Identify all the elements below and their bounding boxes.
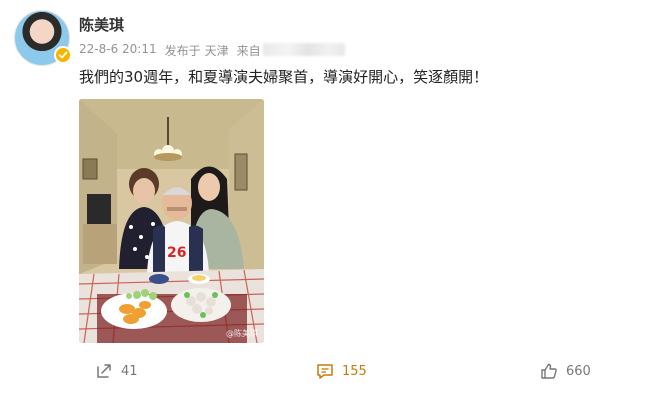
post-text: 我們的30週年，和夏導演夫婦聚首，導演好開心，笑逐顏開！: [79, 68, 489, 86]
like-icon: [541, 363, 557, 379]
repost-count: 41: [121, 363, 138, 379]
source-redacted: [262, 43, 345, 56]
post-photo[interactable]: 26 @陈美琪: [79, 99, 264, 343]
source-prefix: 来自: [236, 44, 261, 58]
like-count: 660: [566, 363, 591, 379]
repost-button[interactable]: 41: [95, 362, 138, 380]
action-bar: 41 155 660: [0, 362, 660, 390]
svg-text:26: 26: [167, 245, 186, 261]
photo-illustration: 26: [79, 99, 264, 343]
comment-count: 155: [342, 363, 367, 379]
location-prefix: 发布于: [164, 44, 201, 58]
like-button[interactable]: 660: [540, 362, 591, 380]
verified-icon: [54, 46, 72, 64]
author-name[interactable]: 陈美琪: [79, 14, 124, 35]
post-location: 天津: [204, 44, 229, 58]
post-meta: 22-8-6 20:11 发布于 天津 来自: [79, 42, 353, 59]
comment-button[interactable]: 155: [316, 362, 367, 380]
post-date[interactable]: 22-8-6 20:11: [79, 42, 157, 59]
weibo-post-card: 陈美琪 22-8-6 20:11 发布于 天津 来自 我們的30週年，和夏導演夫…: [0, 0, 660, 395]
photo-watermark: @陈美琪: [226, 329, 258, 338]
repost-icon: [97, 364, 111, 378]
avatar-container[interactable]: [14, 10, 72, 66]
comment-icon: [317, 364, 333, 379]
